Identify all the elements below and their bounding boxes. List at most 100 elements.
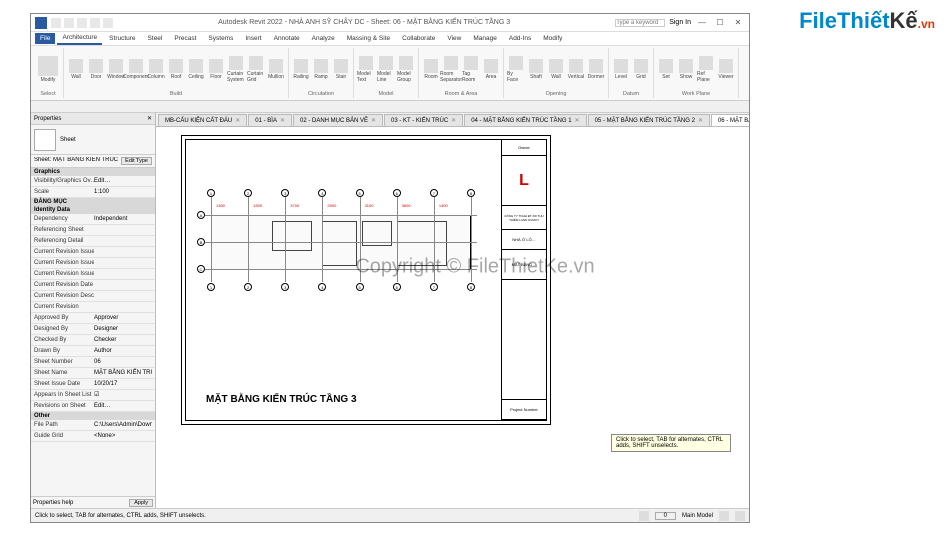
prop-row[interactable]: Drawn ByAuthor bbox=[31, 346, 155, 357]
prop-value[interactable]: Author bbox=[94, 346, 152, 356]
prop-value[interactable] bbox=[94, 291, 152, 301]
type-selector[interactable]: Sheet: MẶT BẰNG KIẾN TRÚC TẦ… bbox=[34, 157, 119, 165]
ribbon-btn-set[interactable]: Set bbox=[657, 49, 675, 90]
sb-select-icon[interactable] bbox=[735, 511, 745, 521]
ribbon-tab-add-ins[interactable]: Add-Ins bbox=[504, 33, 536, 44]
ribbon-tab-file[interactable]: File bbox=[35, 33, 55, 44]
view-tab-close-icon[interactable]: ✕ bbox=[698, 117, 703, 124]
ribbon-btn-window[interactable]: Window bbox=[107, 49, 125, 90]
ribbon-btn-show[interactable]: Show bbox=[677, 49, 695, 90]
view-tab[interactable]: MB-CẤU KIỆN CẤT ĐÁU✕ bbox=[158, 114, 247, 126]
ribbon-btn-curtain-grid[interactable]: Curtain Grid bbox=[247, 49, 265, 90]
minimize-button[interactable]: — bbox=[695, 17, 709, 29]
view-tab-close-icon[interactable]: ✕ bbox=[575, 117, 580, 124]
prop-value[interactable]: Edit… bbox=[94, 401, 152, 411]
ribbon-tab-modify[interactable]: Modify bbox=[538, 33, 567, 44]
ribbon-btn-room[interactable]: Room bbox=[422, 49, 440, 90]
view-tab[interactable]: 02 - DANH MỤC BẢN VẼ✕ bbox=[293, 114, 383, 126]
ribbon-btn-ref-plane[interactable]: Ref Plane bbox=[697, 49, 715, 90]
view-tab[interactable]: 01 - BÌA✕ bbox=[248, 114, 292, 126]
ribbon-btn-stair[interactable]: Stair bbox=[332, 49, 350, 90]
ribbon-btn-modify[interactable]: Modify bbox=[36, 49, 60, 90]
ribbon-tab-analyze[interactable]: Analyze bbox=[307, 33, 340, 44]
qat-undo-icon[interactable] bbox=[77, 18, 87, 28]
prop-row[interactable]: Sheet Issue Date10/20/17 bbox=[31, 379, 155, 390]
qat-save-icon[interactable] bbox=[64, 18, 74, 28]
prop-value[interactable]: 10/20/17 bbox=[94, 379, 152, 389]
view-tab-close-icon[interactable]: ✕ bbox=[371, 117, 376, 124]
prop-row[interactable]: Guide Grid<None> bbox=[31, 431, 155, 442]
properties-help-link[interactable]: Properties help bbox=[33, 500, 73, 506]
ribbon-btn-wall[interactable]: Wall bbox=[67, 49, 85, 90]
ribbon-btn-ramp[interactable]: Ramp bbox=[312, 49, 330, 90]
prop-row[interactable]: Referencing Detail bbox=[31, 236, 155, 247]
prop-section-header[interactable]: Graphics bbox=[31, 168, 155, 176]
view-tab-close-icon[interactable]: ✕ bbox=[235, 117, 240, 124]
ribbon-btn-model-text[interactable]: Model Text bbox=[357, 49, 375, 90]
prop-row[interactable]: Revisions on SheetEdit… bbox=[31, 401, 155, 412]
sb-filter-icon[interactable] bbox=[719, 511, 729, 521]
view-tab[interactable]: 06 - MẶT BẰNG KIẾN TRÚC TẦN…✕ bbox=[711, 114, 749, 126]
ribbon-tab-collaborate[interactable]: Collaborate bbox=[397, 33, 440, 44]
ribbon-btn-door[interactable]: Door bbox=[87, 49, 105, 90]
prop-row[interactable]: Current Revision Date bbox=[31, 280, 155, 291]
search-input[interactable] bbox=[615, 19, 665, 27]
prop-row[interactable]: Current Revision Issue… bbox=[31, 269, 155, 280]
prop-value[interactable] bbox=[94, 302, 152, 312]
ribbon-btn-ceiling[interactable]: Ceiling bbox=[187, 49, 205, 90]
ribbon-tab-precast[interactable]: Precast bbox=[169, 33, 201, 44]
prop-value[interactable] bbox=[94, 247, 152, 257]
ribbon-btn-grid[interactable]: Grid bbox=[632, 49, 650, 90]
ribbon-btn-shaft[interactable]: Shaft bbox=[527, 49, 545, 90]
ribbon-tab-insert[interactable]: Insert bbox=[240, 33, 266, 44]
prop-value[interactable] bbox=[94, 225, 152, 235]
prop-row[interactable]: Referencing Sheet bbox=[31, 225, 155, 236]
ribbon-btn-floor[interactable]: Floor bbox=[207, 49, 225, 90]
status-main-model[interactable]: Main Model bbox=[682, 513, 713, 519]
view-tab[interactable]: 05 - MẶT BẰNG KIẾN TRÚC TẦNG 2✕ bbox=[588, 114, 710, 126]
close-button[interactable]: ✕ bbox=[731, 17, 745, 29]
prop-value[interactable]: <None> bbox=[94, 431, 152, 441]
prop-section-header[interactable]: Identity Data bbox=[31, 206, 155, 214]
view-tab-close-icon[interactable]: ✕ bbox=[451, 117, 456, 124]
prop-row[interactable]: Visibility/Graphics Ov…Edit… bbox=[31, 176, 155, 187]
prop-row[interactable]: Sheet NameMẶT BẰNG KIẾN TRÚC… bbox=[31, 368, 155, 379]
ribbon-tab-annotate[interactable]: Annotate bbox=[269, 33, 305, 44]
prop-value[interactable]: Edit… bbox=[94, 176, 152, 186]
prop-value[interactable] bbox=[94, 236, 152, 246]
prop-row[interactable]: Current Revision Issue… bbox=[31, 258, 155, 269]
drawing-viewport[interactable]: 1113002213003337004429005531006636007714… bbox=[186, 140, 501, 420]
ribbon-btn-vertical[interactable]: Vertical bbox=[567, 49, 585, 90]
prop-row[interactable]: DependencyIndependent bbox=[31, 214, 155, 225]
prop-value[interactable]: C:\Users\Admin\Down… bbox=[94, 420, 152, 430]
ribbon-tab-architecture[interactable]: Architecture bbox=[57, 32, 102, 45]
ribbon-tab-view[interactable]: View bbox=[442, 33, 466, 44]
qat-open-icon[interactable] bbox=[51, 18, 61, 28]
ribbon-tab-systems[interactable]: Systems bbox=[203, 33, 238, 44]
prop-row[interactable]: File PathC:\Users\Admin\Down… bbox=[31, 420, 155, 431]
prop-value[interactable] bbox=[94, 280, 152, 290]
prop-value[interactable]: Designer bbox=[94, 324, 152, 334]
prop-value[interactable]: MẶT BẰNG KIẾN TRÚC… bbox=[94, 368, 152, 378]
apply-button[interactable]: Apply bbox=[129, 499, 153, 507]
ribbon-btn-model-line[interactable]: Model Line bbox=[377, 49, 395, 90]
prop-value[interactable] bbox=[94, 258, 152, 268]
prop-row[interactable]: Scale1:100 bbox=[31, 187, 155, 198]
ribbon-btn-dormer[interactable]: Dormer bbox=[587, 49, 605, 90]
signin-link[interactable]: Sign In bbox=[669, 19, 691, 26]
sb-worksets-icon[interactable] bbox=[639, 511, 649, 521]
view-tab-close-icon[interactable]: ✕ bbox=[280, 117, 285, 124]
properties-close-icon[interactable]: ✕ bbox=[147, 115, 152, 122]
ribbon-btn-by-face[interactable]: By Face bbox=[507, 49, 525, 90]
edit-type-button[interactable]: Edit Type bbox=[121, 157, 152, 165]
ribbon-tab-manage[interactable]: Manage bbox=[468, 33, 502, 44]
prop-row[interactable]: Designed ByDesigner bbox=[31, 324, 155, 335]
ribbon-btn-level[interactable]: Level bbox=[612, 49, 630, 90]
prop-value[interactable]: 06 bbox=[94, 357, 152, 367]
ribbon-btn-mullion[interactable]: Mullion bbox=[267, 49, 285, 90]
ribbon-btn-tag-room[interactable]: Tag Room bbox=[462, 49, 480, 90]
prop-value[interactable]: Approver bbox=[94, 313, 152, 323]
ribbon-btn-railing[interactable]: Railing bbox=[292, 49, 310, 90]
prop-value[interactable] bbox=[94, 269, 152, 279]
maximize-button[interactable]: ☐ bbox=[713, 17, 727, 29]
